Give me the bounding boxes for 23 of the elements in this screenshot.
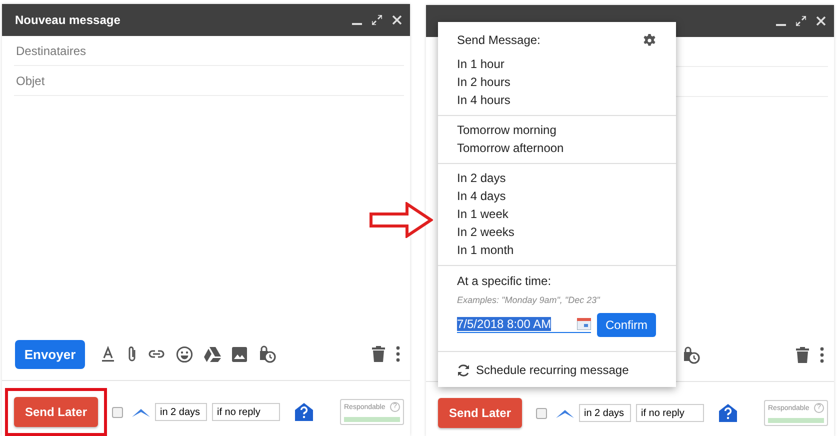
menu-item[interactable]: In 4 hours	[438, 91, 676, 109]
examples-hint: Examples: "Monday 9am", "Dec 23"	[457, 295, 601, 305]
send-later-button[interactable]: Send Later	[14, 397, 98, 427]
window-title: Nouveau message	[15, 13, 122, 27]
delay-field[interactable]: in 2 days	[579, 404, 631, 422]
menu-item[interactable]: Tomorrow morning	[438, 121, 676, 139]
menu-item[interactable]: In 2 days	[438, 169, 676, 187]
menu-item[interactable]: In 1 hour	[438, 55, 676, 73]
confirm-button[interactable]: Confirm	[597, 313, 656, 337]
specific-time-label: At a specific time:	[457, 274, 552, 288]
menu-title: Send Message:	[457, 33, 540, 47]
condition-field[interactable]: if no reply	[212, 403, 280, 421]
menu-item[interactable]: Tomorrow afternoon	[438, 139, 676, 157]
menu-item[interactable]: In 1 month	[438, 241, 676, 259]
menu-item[interactable]: In 2 weeks	[438, 223, 676, 241]
send-button[interactable]: Envoyer	[15, 340, 85, 368]
menu-item[interactable]: In 4 days	[438, 187, 676, 205]
menu-item[interactable]: In 1 week	[438, 205, 676, 223]
recurring-link[interactable]: Schedule recurring message	[476, 363, 629, 377]
condition-field[interactable]: if no reply	[636, 404, 704, 422]
delay-field[interactable]: in 2 days	[155, 403, 207, 421]
send-later-button[interactable]: Send Later	[438, 398, 522, 428]
menu-item[interactable]: In 2 hours	[438, 73, 676, 91]
